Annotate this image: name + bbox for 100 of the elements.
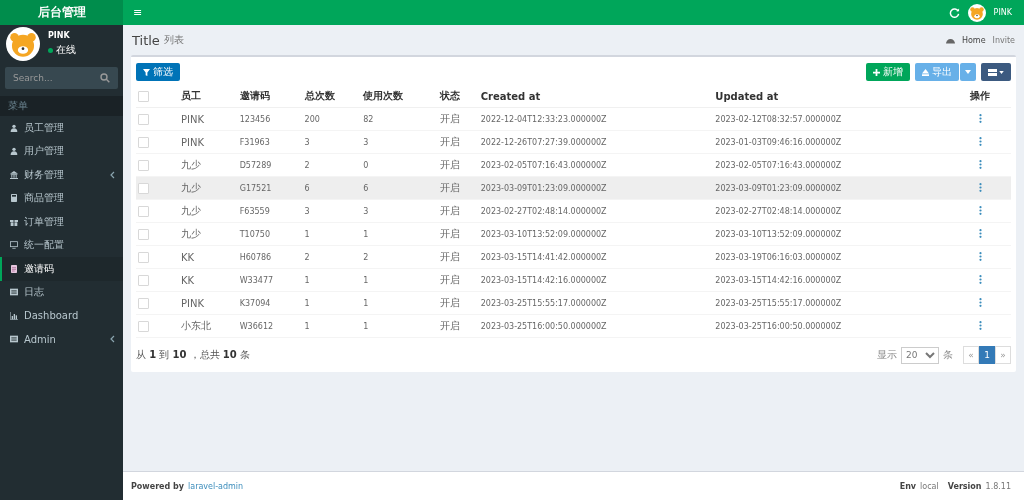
- menu-item[interactable]: 订单管理: [0, 210, 123, 234]
- table-cell: KK: [180, 245, 239, 269]
- select-all-checkbox[interactable]: [138, 90, 149, 102]
- menu-label: 员工管理: [24, 120, 65, 135]
- table-cell: 2023-03-15T14:42:16.000000Z: [714, 268, 949, 292]
- table-cell: 1: [303, 314, 363, 338]
- table-cell: 3: [362, 199, 440, 223]
- table-row[interactable]: 九少 G17521 6 6 开启 2023-03-09T01:23:09.000000Z 2023-03-09T01:23:09.000000Z: [136, 176, 1011, 200]
- table-row[interactable]: KK H60786 2 2 开启 2023-03-15T14:41:42.000000Z 2023-03-19T06:16:03.000000Z: [136, 245, 1011, 269]
- table-row[interactable]: 九少 T10750 1 1 开启 2023-03-10T13:52:09.000000Z 2023-03-10T13:52:09.000000Z: [136, 222, 1011, 246]
- table-cell: 2023-03-25T15:55:17.000000Z: [479, 291, 715, 315]
- table-row[interactable]: PINK F31963 3 3 开启 2022-12-26T07:27:39.000000Z 2023-01-03T09:46:16.000000Z: [136, 130, 1011, 154]
- table-cell: 开启: [439, 130, 480, 154]
- env-value: local: [920, 481, 939, 491]
- menu-label: 财务管理: [24, 167, 65, 182]
- filter-button[interactable]: 筛选: [136, 63, 180, 81]
- page-button[interactable]: 1: [979, 346, 995, 364]
- table-cell: 2022-12-26T07:27:39.000000Z: [479, 130, 715, 154]
- more-vertical-icon[interactable]: [978, 274, 982, 284]
- table-cell: 小东北: [180, 314, 239, 338]
- breadcrumb-link[interactable]: Invite: [992, 35, 1015, 45]
- table-row[interactable]: 九少 F63559 3 3 开启 2023-02-27T02:48:14.000000Z 2023-02-27T02:48:14.000000Z: [136, 199, 1011, 223]
- menu-item[interactable]: 财务管理: [0, 163, 123, 187]
- more-vertical-icon[interactable]: [978, 251, 982, 261]
- table-cell: 1: [362, 314, 440, 338]
- menu-item[interactable]: 日志: [0, 280, 123, 304]
- table-cell: 九少: [180, 176, 239, 200]
- column-header: 员工: [180, 85, 239, 108]
- env-label: Env: [899, 481, 917, 491]
- table-row[interactable]: 小东北 W36612 1 1 开启 2023-03-25T16:00:50.000000Z 2023-03-25T16:00:50.000000Z: [136, 314, 1011, 338]
- menu-label: 日志: [24, 285, 45, 300]
- table-cell: 2023-03-15T14:41:42.000000Z: [479, 245, 715, 269]
- row-checkbox[interactable]: [138, 297, 149, 309]
- row-checkbox[interactable]: [138, 113, 149, 125]
- per-page-select[interactable]: 20: [901, 346, 939, 364]
- row-checkbox[interactable]: [138, 274, 149, 286]
- table-cell: G17521: [238, 176, 304, 200]
- table-cell: 开启: [439, 314, 480, 338]
- menu-label: Admin: [24, 333, 57, 345]
- row-checkbox[interactable]: [138, 251, 149, 263]
- footer-link[interactable]: laravel-admin: [188, 481, 244, 491]
- table-cell: 开启: [439, 153, 480, 177]
- refresh-icon[interactable]: [948, 7, 960, 18]
- breadcrumb-link[interactable]: Home: [961, 35, 986, 45]
- table-cell: D57289: [238, 153, 304, 177]
- more-vertical-icon[interactable]: [978, 228, 982, 238]
- row-checkbox[interactable]: [138, 205, 149, 217]
- more-vertical-icon[interactable]: [978, 297, 982, 307]
- more-vertical-icon[interactable]: [978, 205, 982, 215]
- table-cell: 3: [362, 130, 440, 154]
- table-row[interactable]: PINK K37094 1 1 开启 2023-03-25T15:55:17.000000Z 2023-03-25T15:55:17.000000Z: [136, 291, 1011, 315]
- row-checkbox[interactable]: [138, 136, 149, 148]
- menu-label: 统一配置: [24, 238, 65, 253]
- row-checkbox[interactable]: [138, 159, 149, 171]
- more-vertical-icon[interactable]: [978, 113, 982, 123]
- columns-button[interactable]: [981, 63, 1011, 81]
- export-dropdown-button[interactable]: [960, 63, 976, 81]
- menu-item[interactable]: 用户管理: [0, 139, 123, 163]
- table-icon: [988, 68, 997, 76]
- menu-item[interactable]: 统一配置: [0, 233, 123, 257]
- user-name: PINK: [48, 31, 71, 40]
- table-cell: F31963: [238, 130, 304, 154]
- table-cell: KK: [180, 268, 239, 292]
- column-header: Created at: [479, 85, 715, 108]
- app-logo[interactable]: 后台管理: [0, 0, 123, 25]
- more-vertical-icon[interactable]: [978, 159, 982, 169]
- table-cell: 2023-03-19T06:16:03.000000Z: [714, 245, 949, 269]
- menu-item[interactable]: 商品管理: [0, 186, 123, 210]
- row-checkbox[interactable]: [138, 182, 149, 194]
- more-vertical-icon[interactable]: [978, 182, 982, 192]
- table-row[interactable]: 九少 D57289 2 0 开启 2023-02-05T07:16:43.000000Z 2023-02-05T07:16:43.000000Z: [136, 153, 1011, 177]
- table-cell: 1: [362, 291, 440, 315]
- menu-item[interactable]: Admin: [0, 327, 123, 351]
- version-label: Version: [947, 481, 982, 491]
- menu-item[interactable]: Dashboard: [0, 304, 123, 328]
- table-cell: 2022-12-04T12:33:23.000000Z: [479, 107, 715, 131]
- table-row[interactable]: PINK 123456 200 82 开启 2022-12-04T12:33:23.000000Z 2023-02-12T08:32:57.000000Z: [136, 107, 1011, 131]
- more-vertical-icon[interactable]: [978, 320, 982, 330]
- search-field[interactable]: Search...: [5, 67, 118, 89]
- more-vertical-icon[interactable]: [978, 136, 982, 146]
- table-cell: 2023-03-10T13:52:09.000000Z: [714, 222, 949, 246]
- search-icon: [100, 73, 110, 83]
- table-cell: 82: [362, 107, 440, 131]
- record-summary: 从 1 到 10 ，总共 10 条: [136, 348, 250, 362]
- online-status: 在线: [48, 43, 76, 57]
- filter-icon: [143, 68, 150, 76]
- table-row[interactable]: KK W33477 1 1 开启 2023-03-15T14:42:16.000000Z 2023-03-15T14:42:16.000000Z: [136, 268, 1011, 292]
- table-cell: 2: [303, 153, 363, 177]
- bar-chart-icon: [10, 311, 18, 320]
- table-cell: 1: [303, 222, 363, 246]
- bear-avatar-icon: [6, 27, 40, 61]
- row-checkbox[interactable]: [138, 320, 149, 332]
- table-cell: 2023-03-25T15:55:17.000000Z: [714, 291, 949, 315]
- column-header: 操作: [949, 85, 1011, 108]
- menu-item[interactable]: 员工管理: [0, 116, 123, 140]
- table-cell: 开启: [439, 245, 480, 269]
- gift-icon: [10, 217, 18, 226]
- document-icon: [10, 264, 18, 273]
- row-checkbox[interactable]: [138, 228, 149, 240]
- menu-item[interactable]: 邀请码: [0, 257, 123, 281]
